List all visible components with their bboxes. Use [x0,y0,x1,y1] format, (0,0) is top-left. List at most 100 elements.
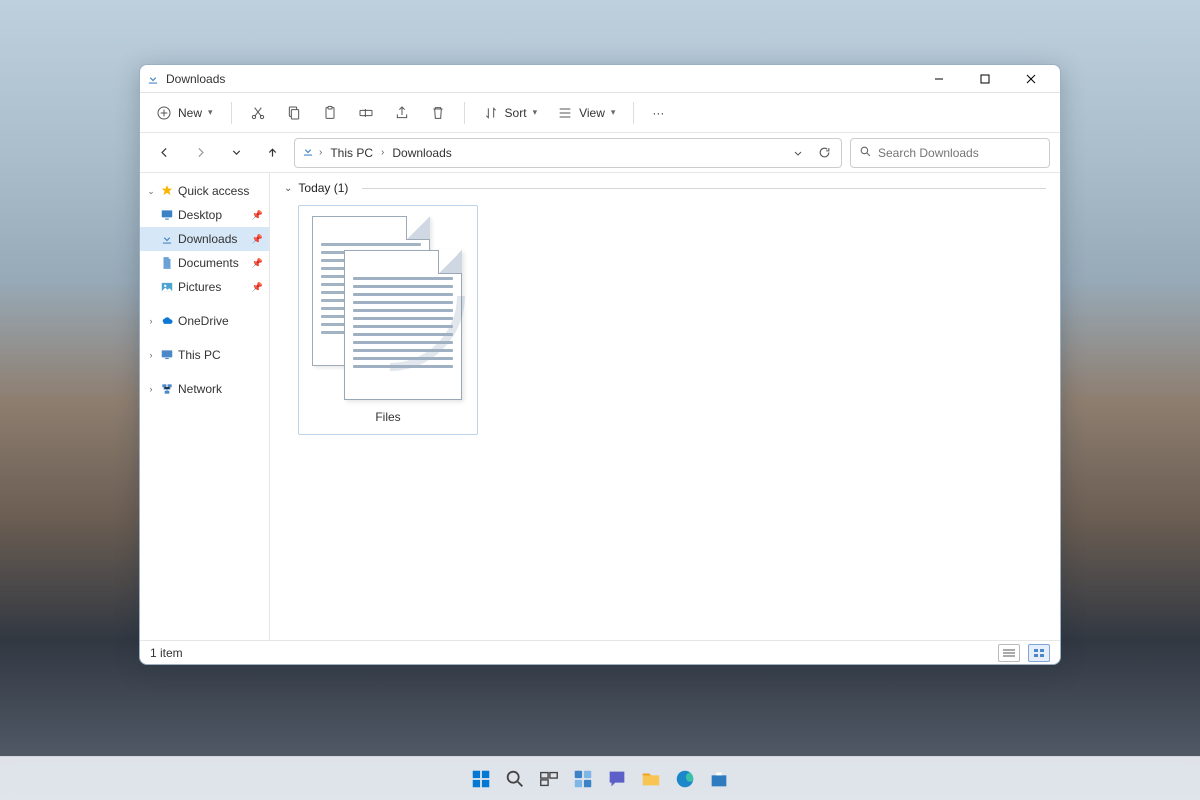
new-button[interactable]: New ▾ [148,98,221,128]
minimize-button[interactable] [916,65,962,93]
status-bar: 1 item [140,640,1060,664]
navigation-pane[interactable]: ⌄ Quick access Desktop 📌 Downloads 📌 Doc [140,173,270,640]
search-box[interactable] [850,138,1050,168]
file-name: Files [375,410,400,424]
pc-icon [160,348,174,362]
chevron-down-icon: ▾ [208,107,213,118]
paste-button[interactable] [314,98,346,128]
copy-icon [286,105,302,121]
close-button[interactable] [1008,65,1054,93]
sidebar-onedrive[interactable]: › OneDrive [140,309,269,333]
forward-button[interactable] [186,139,214,167]
view-icon [557,105,573,121]
sidebar-label: Pictures [178,280,221,294]
separator [231,102,232,124]
view-button[interactable]: View ▾ [549,98,623,128]
sort-button[interactable]: Sort ▾ [475,98,546,128]
explorer-window: Downloads New ▾ Sort ▾ View ▾ [139,64,1061,665]
address-bar[interactable]: › This PC › Downloads [294,138,842,168]
downloads-folder-icon [301,144,315,161]
pictures-icon [160,280,174,294]
copy-button[interactable] [278,98,310,128]
group-line [362,188,1046,189]
pin-icon: 📌 [252,258,263,269]
share-button[interactable] [386,98,418,128]
desktop-icon [160,208,174,222]
pin-icon: 📌 [252,234,263,245]
delete-icon [430,105,446,121]
refresh-button[interactable] [813,142,835,164]
store-taskbar-button[interactable] [705,765,733,793]
rename-icon [358,105,374,121]
pin-icon: 📌 [252,282,263,293]
chat-button[interactable] [603,765,631,793]
start-button[interactable] [467,765,495,793]
view-label: View [579,106,605,120]
sidebar-label: Downloads [178,232,237,246]
downloads-folder-icon [146,72,160,86]
more-label: ··· [652,106,664,120]
sidebar-this-pc[interactable]: › This PC [140,343,269,367]
breadcrumb-downloads[interactable]: Downloads [388,144,455,162]
onedrive-icon [160,314,174,328]
network-icon [160,382,174,396]
pin-icon: 📌 [252,210,263,221]
sidebar-downloads[interactable]: Downloads 📌 [140,227,269,251]
separator [464,102,465,124]
widgets-button[interactable] [569,765,597,793]
group-label: Today (1) [298,181,348,195]
task-view-button[interactable] [535,765,563,793]
sidebar-label: Desktop [178,208,222,222]
paste-icon [322,105,338,121]
cut-button[interactable] [242,98,274,128]
sidebar-quick-access[interactable]: ⌄ Quick access [140,179,269,203]
chevron-down-icon: ▾ [611,107,616,118]
up-button[interactable] [258,139,286,167]
more-button[interactable]: ··· [644,98,672,128]
chevron-right-icon: › [381,147,384,158]
titlebar[interactable]: Downloads [140,65,1060,93]
chevron-down-icon: ⌄ [146,186,156,197]
maximize-button[interactable] [962,65,1008,93]
back-button[interactable] [150,139,178,167]
sidebar-label: Documents [178,256,239,270]
details-view-button[interactable] [998,644,1020,662]
search-input[interactable] [878,146,1041,160]
sidebar-network[interactable]: › Network [140,377,269,401]
documents-icon [160,256,174,270]
chevron-down-icon: ▾ [533,107,538,118]
edge-taskbar-button[interactable] [671,765,699,793]
sidebar-label: Quick access [178,184,249,198]
sidebar-label: This PC [178,348,221,362]
content-pane[interactable]: ⌄ Today (1) File [270,173,1060,640]
star-icon [160,184,174,198]
window-title: Downloads [166,72,916,86]
breadcrumb-this-pc[interactable]: This PC [326,144,377,162]
explorer-body: ⌄ Quick access Desktop 📌 Downloads 📌 Doc [140,173,1060,640]
recent-button[interactable] [222,139,250,167]
sidebar-desktop[interactable]: Desktop 📌 [140,203,269,227]
sidebar-documents[interactable]: Documents 📌 [140,251,269,275]
cut-icon [250,105,266,121]
search-taskbar-button[interactable] [501,765,529,793]
explorer-taskbar-button[interactable] [637,765,665,793]
sort-label: Sort [505,106,527,120]
downloads-icon [160,232,174,246]
file-item-files[interactable]: Files [298,205,478,435]
group-header-today[interactable]: ⌄ Today (1) [284,181,1046,195]
taskbar[interactable] [0,756,1200,800]
item-count: 1 item [150,646,183,660]
sidebar-label: Network [178,382,222,396]
rename-button[interactable] [350,98,382,128]
chevron-right-icon: › [319,147,322,158]
chevron-right-icon: › [146,316,156,326]
new-label: New [178,106,202,120]
sidebar-label: OneDrive [178,314,229,328]
thumbnails-view-button[interactable] [1028,644,1050,662]
chevron-down-icon: ⌄ [284,183,292,194]
sidebar-pictures[interactable]: Pictures 📌 [140,275,269,299]
delete-button[interactable] [422,98,454,128]
address-dropdown[interactable] [787,142,809,164]
navigation-bar: › This PC › Downloads [140,133,1060,173]
separator [633,102,634,124]
